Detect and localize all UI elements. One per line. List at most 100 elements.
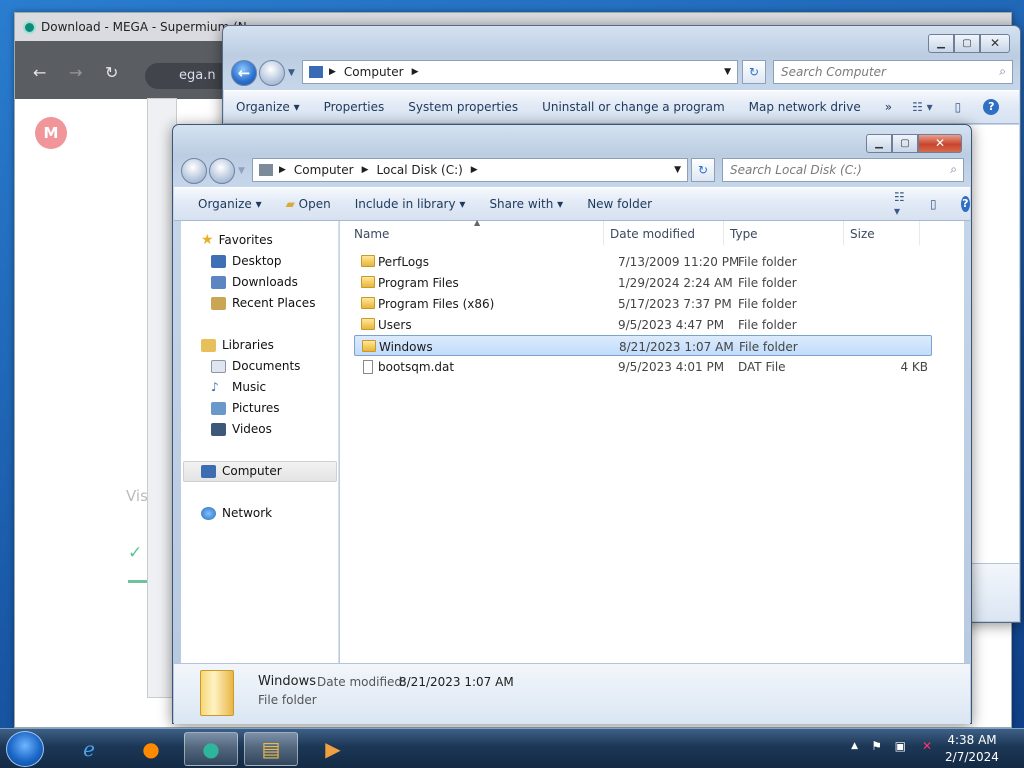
browser-favicon-icon [23,20,36,34]
include-in-library-button[interactable]: Include in library ▾ [343,197,478,211]
column-size[interactable]: Size [844,221,920,245]
start-button[interactable] [6,731,44,767]
file-date: 5/17/2023 7:37 PM [618,297,732,311]
explorer-search[interactable]: Search Local Disk (C:) ⌕ [722,158,964,182]
maximize-button[interactable]: ▢ [954,34,980,53]
recent-pages-icon[interactable]: ▼ [288,68,295,78]
nav-network[interactable]: Network [201,503,272,523]
map-network-drive-button[interactable]: Map network drive [737,100,873,114]
file-row[interactable]: Users 9/5/2023 4:47 PM File folder [354,314,932,335]
column-type[interactable]: Type [724,221,844,245]
new-folder-button[interactable]: New folder [575,197,664,211]
firefox-icon[interactable]: ● [124,732,178,766]
computer-commandbar: Organize ▾ Properties System properties … [224,90,1019,124]
nav-documents[interactable]: Documents [211,356,300,376]
refresh-icon[interactable]: ↻ [691,158,715,182]
back-button[interactable] [181,158,207,184]
help-icon[interactable]: ? [983,99,1000,115]
close-button[interactable]: ✕ [980,34,1010,53]
file-date: 8/21/2023 1:07 AM [619,340,734,354]
more-commands-button[interactable]: » [873,100,904,114]
explorer-search-placeholder: Search Local Disk (C:) [730,163,862,177]
organize-button[interactable]: Organize ▾ [224,100,312,114]
browser-tab-title[interactable]: Download - MEGA - Supermium (N [41,20,247,34]
breadcrumb-arrow-icon: ▶ [279,165,286,175]
dropdown-icon[interactable]: ▼ [724,67,731,77]
file-type: File folder [738,276,797,290]
preview-pane-icon[interactable]: ▯ [930,197,937,211]
details-name: Windows [258,674,317,689]
forward-button[interactable] [259,60,285,86]
supermium-icon[interactable]: ● [184,732,238,766]
file-row[interactable]: bootsqm.dat 9/5/2023 4:01 PM DAT File 4 KB [354,356,932,377]
file-name: bootsqm.dat [378,360,455,374]
organize-button[interactable]: Organize ▾ [174,197,274,211]
explorer-address-bar[interactable]: ▶ Computer ▶ Local Disk (C:) ▶ ▼ [252,158,688,182]
computer-caption-buttons: ▁ ▢ ✕ [928,34,1010,53]
network-tray-icon[interactable]: ▣ [895,739,906,753]
nav-computer[interactable]: Computer [201,461,282,481]
view-options-icon[interactable]: ☷ ▾ [894,190,906,218]
open-button[interactable]: ▰ Open [274,197,343,211]
computer-icon [309,66,323,78]
show-hidden-icons[interactable]: ▲ [851,741,858,751]
file-type: File folder [738,255,797,269]
action-center-flag-icon[interactable]: ⚑ [871,739,882,753]
breadcrumb-arrow-icon: ▶ [411,67,419,77]
file-row[interactable]: Program Files 1/29/2024 2:24 AM File folde… [354,272,932,293]
view-options-icon[interactable]: ☷ ▾ [912,100,933,114]
network-icon [201,506,216,520]
preview-pane-icon[interactable]: ▯ [955,100,962,114]
nav-videos[interactable]: Videos [211,419,272,439]
reload-icon[interactable]: ↻ [105,63,118,82]
back-button[interactable]: ← [231,60,257,86]
clock-date[interactable]: 2/7/2024 [936,750,1008,764]
share-with-button[interactable]: Share with ▾ [477,197,575,211]
search-icon[interactable]: ⌕ [999,64,1006,79]
nav-pictures[interactable]: Pictures [211,398,280,418]
pictures-icon [211,401,226,415]
computer-search[interactable]: Search Computer ⌕ [773,60,1013,84]
dropdown-icon[interactable]: ▼ [674,165,681,175]
nav-downloads[interactable]: Downloads [211,272,298,292]
file-name: Windows [379,340,433,354]
file-row[interactable]: Program Files (x86) 5/17/2023 7:37 PM File… [354,293,932,314]
file-date: 9/5/2023 4:01 PM [618,360,725,374]
nav-favorites[interactable]: ★ Favorites [201,230,273,250]
breadcrumb-arrow-icon: ▶ [361,165,369,175]
breadcrumb-computer[interactable]: Computer [294,163,354,177]
minimize-button[interactable]: ▁ [866,134,892,153]
volume-muted-icon[interactable]: ✕ [922,739,932,753]
properties-button[interactable]: Properties [312,100,397,114]
nav-recent-places[interactable]: Recent Places [211,293,315,313]
maximize-button[interactable]: ▢ [892,134,918,153]
search-icon[interactable]: ⌕ [950,162,957,177]
computer-search-placeholder: Search Computer [781,65,886,79]
details-pane: Windows Date modified: 8/21/2023 1:07 AM… [174,663,970,724]
uninstall-button[interactable]: Uninstall or change a program [530,100,737,114]
close-button[interactable]: ✕ [918,134,962,153]
back-icon[interactable]: ← [33,63,46,82]
forward-icon[interactable]: → [69,63,82,82]
file-type: DAT File [738,360,786,374]
minimize-button[interactable]: ▁ [928,34,954,53]
help-icon[interactable]: ? [960,196,970,212]
computer-address-bar[interactable]: ▶ Computer ▶ ▼ [302,60,738,84]
breadcrumb-computer[interactable]: Computer [344,65,404,79]
nav-desktop[interactable]: Desktop [211,251,282,271]
explorer-taskbar-icon[interactable]: ▤ [244,732,298,766]
star-icon: ★ [201,232,214,248]
nav-libraries[interactable]: Libraries [201,335,274,355]
column-date-modified[interactable]: Date modified [604,221,724,245]
internet-explorer-icon[interactable]: ℯ [62,732,116,766]
clock-time[interactable]: 4:38 AM [936,733,1008,747]
system-properties-button[interactable]: System properties [396,100,530,114]
media-player-icon[interactable]: ▶ [306,732,360,766]
refresh-icon[interactable]: ↻ [742,60,766,84]
breadcrumb-local-disk[interactable]: Local Disk (C:) [377,163,463,177]
file-row[interactable]: Windows 8/21/2023 1:07 AM File folder [354,335,932,356]
file-row[interactable]: PerfLogs 7/13/2009 11:20 PM File folder [354,251,932,272]
forward-button[interactable] [209,158,235,184]
recent-pages-icon[interactable]: ▼ [238,166,245,176]
nav-music[interactable]: ♪ Music [211,377,266,397]
